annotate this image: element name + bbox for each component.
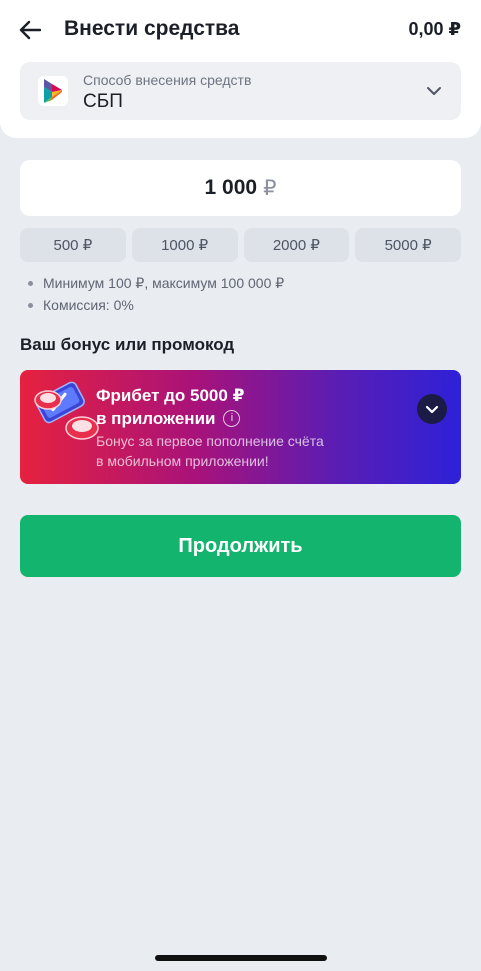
- quick-amount-5000[interactable]: 5000 ₽: [355, 228, 461, 262]
- limit-commission: Комиссия: 0%: [43, 297, 134, 313]
- chevron-down-icon: [425, 405, 439, 414]
- bullet-icon: [28, 280, 33, 286]
- quick-amount-1000[interactable]: 1000 ₽: [131, 228, 238, 262]
- quick-amount-chips: 500 ₽ 1000 ₽ 2000 ₽ 5000 ₽: [20, 228, 461, 262]
- promo-title-line1: Фрибет до 5000 ₽: [96, 386, 245, 405]
- promo-desc-line1: Бонус за первое пополнение счёта: [96, 433, 324, 449]
- amount-value: 1 000: [204, 176, 258, 199]
- promo-description: Бонус за первое пополнение счёта в мобил…: [96, 431, 324, 471]
- info-icon[interactable]: i: [223, 410, 241, 428]
- balance-amount: 0,00 ₽: [408, 19, 461, 39]
- quick-amount-2000[interactable]: 2000 ₽: [243, 228, 350, 262]
- list-item: Минимум 100 ₽, максимум 100 000 ₽: [28, 272, 284, 294]
- chevron-down-icon: [427, 87, 441, 95]
- amount-currency: ₽: [263, 176, 277, 200]
- promo-card-freebet[interactable]: Фрибет до 5000 ₽ в приложении i Бонус за …: [20, 370, 461, 484]
- payment-method-caption: Способ внесения средств: [83, 72, 252, 88]
- sbp-logo-icon: [38, 76, 68, 106]
- continue-button[interactable]: Продолжить: [20, 515, 461, 577]
- promo-title-line2: в приложении: [96, 409, 216, 428]
- bonus-heading: Ваш бонус или промокод: [20, 335, 235, 354]
- payment-method-value: СБП: [83, 91, 123, 112]
- promo-title: Фрибет до 5000 ₽ в приложении i: [96, 384, 244, 430]
- list-item: Комиссия: 0%: [28, 294, 284, 316]
- payment-method-select[interactable]: Способ внесения средств СБП: [20, 62, 461, 120]
- home-indicator[interactable]: [155, 955, 327, 961]
- quick-amount-500[interactable]: 500 ₽: [20, 228, 126, 262]
- back-button[interactable]: [14, 14, 46, 46]
- arrow-left-icon: [19, 20, 41, 40]
- promo-desc-line2: в мобильном приложении!: [96, 453, 269, 469]
- limit-min-max: Минимум 100 ₽, максимум 100 000 ₽: [43, 274, 285, 291]
- promo-expand-button[interactable]: [417, 394, 447, 424]
- page-title: Внести средства: [64, 17, 240, 40]
- deposit-limits-list: Минимум 100 ₽, максимум 100 000 ₽ Комисс…: [28, 272, 284, 316]
- header-card: Внести средства 0,00 ₽ Способ внесения с…: [0, 0, 481, 138]
- bullet-icon: [28, 302, 33, 308]
- amount-input[interactable]: 1 000 ₽: [20, 160, 461, 216]
